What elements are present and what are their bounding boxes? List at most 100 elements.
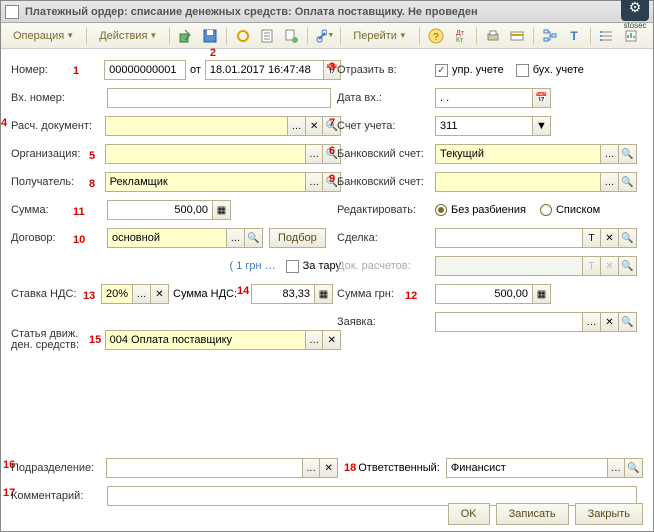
contract-search-btn[interactable]: 🔍 bbox=[245, 228, 263, 248]
right-column: 3 Отразить в: упр. учете бух. учете Дата… bbox=[337, 59, 645, 339]
from-label: от bbox=[190, 64, 201, 76]
bank1-search-btn[interactable]: 🔍 bbox=[619, 144, 637, 164]
print-icon[interactable] bbox=[483, 26, 503, 46]
request-clear-btn[interactable]: ✕ bbox=[601, 312, 619, 332]
account-drop-btn[interactable]: ▼ bbox=[533, 116, 551, 136]
subdiv-input[interactable] bbox=[106, 458, 303, 478]
upr-checkbox[interactable] bbox=[435, 64, 448, 77]
reflect-label: Отразить в: bbox=[337, 64, 397, 76]
sum-grn-input[interactable]: 500,00 bbox=[435, 284, 533, 304]
date-in-cal-btn[interactable]: 📅 bbox=[533, 88, 551, 108]
goto-menu[interactable]: Перейти▼ bbox=[347, 28, 413, 44]
vat-rate-clear-btn[interactable]: ✕ bbox=[151, 284, 169, 304]
article-select-btn[interactable]: … bbox=[306, 330, 324, 350]
edit-opt2-label: Списком bbox=[556, 204, 600, 216]
number-input[interactable]: 00000000001 bbox=[104, 60, 186, 80]
buh-label: бух. учете bbox=[533, 64, 584, 76]
deal-input[interactable] bbox=[435, 228, 583, 248]
podbor-button[interactable]: Подбор bbox=[269, 228, 326, 248]
doc-input[interactable] bbox=[105, 116, 289, 136]
brand-label: stosec bbox=[621, 21, 649, 30]
article-label-2: ден. средств: bbox=[11, 339, 79, 351]
resp-input[interactable]: Финансист bbox=[446, 458, 608, 478]
link-icon[interactable]: ▼ bbox=[314, 26, 334, 46]
org-input[interactable] bbox=[105, 144, 306, 164]
deal-search-btn[interactable]: 🔍 bbox=[619, 228, 637, 248]
contract-input[interactable]: основной bbox=[107, 228, 227, 248]
bank1-input[interactable]: Текущий bbox=[435, 144, 601, 164]
request-label: Заявка: bbox=[337, 316, 376, 328]
bank2-select-btn[interactable]: … bbox=[601, 172, 619, 192]
refresh-icon[interactable] bbox=[233, 26, 253, 46]
request-search-btn[interactable]: 🔍 bbox=[619, 312, 637, 332]
ok-button[interactable]: OK bbox=[448, 503, 490, 525]
dtkt-icon[interactable]: ДтКт bbox=[450, 26, 470, 46]
bank2-input[interactable] bbox=[435, 172, 601, 192]
org-select-btn[interactable]: … bbox=[306, 144, 324, 164]
window-title: Платежный ордер: списание денежных средс… bbox=[25, 6, 621, 18]
deal-t-btn[interactable]: T bbox=[583, 228, 601, 248]
resp-search-btn[interactable]: 🔍 bbox=[625, 458, 643, 478]
actions-menu[interactable]: Действия▼ bbox=[93, 28, 163, 44]
sum-input[interactable]: 500,00 bbox=[107, 200, 213, 220]
tare-checkbox[interactable] bbox=[286, 260, 299, 273]
date-input[interactable]: 2 18.01.2017 16:47:48 bbox=[205, 60, 324, 80]
annotation-2: 2 bbox=[210, 47, 216, 59]
buh-checkbox[interactable] bbox=[516, 64, 529, 77]
subdiv-clear-btn[interactable]: ✕ bbox=[320, 458, 338, 478]
article-input[interactable]: 004 Оплата поставщику bbox=[105, 330, 306, 350]
vat-rate-input[interactable]: 20% bbox=[101, 284, 133, 304]
help-icon[interactable]: ? bbox=[426, 26, 446, 46]
close-button[interactable]: Закрыть bbox=[575, 503, 643, 525]
account-input[interactable]: 311 bbox=[435, 116, 533, 136]
request-input[interactable] bbox=[435, 312, 583, 332]
payee-input[interactable]: Рекламщик bbox=[105, 172, 306, 192]
doc-icon[interactable] bbox=[257, 26, 277, 46]
number-label: Номер: bbox=[11, 64, 48, 76]
sum-grn-calc-btn[interactable]: ▦ bbox=[533, 284, 551, 304]
date-in-input[interactable]: . . bbox=[435, 88, 533, 108]
bank1-select-btn[interactable]: … bbox=[601, 144, 619, 164]
vat-rate-select-btn[interactable]: … bbox=[133, 284, 151, 304]
annotation-1: 1 bbox=[73, 65, 79, 77]
annotation-11: 11 bbox=[73, 206, 85, 218]
org-label: Организация: bbox=[11, 148, 80, 160]
write-button[interactable]: Записать bbox=[496, 503, 569, 525]
doc-select-btn[interactable]: … bbox=[288, 116, 306, 136]
edit-opt1-label: Без разбиения bbox=[451, 204, 526, 216]
vat-sum-calc-btn[interactable]: ▦ bbox=[315, 284, 333, 304]
contract-select-btn[interactable]: … bbox=[227, 228, 245, 248]
date-in-label: Дата вх.: bbox=[337, 92, 382, 104]
svg-text:Кт: Кт bbox=[456, 37, 464, 43]
sum-calc-btn[interactable]: ▦ bbox=[213, 200, 231, 220]
edit-radio-1[interactable] bbox=[435, 204, 447, 216]
doc-clear-btn[interactable]: ✕ bbox=[306, 116, 324, 136]
payment-icon[interactable] bbox=[507, 26, 527, 46]
request-select-btn[interactable]: … bbox=[583, 312, 601, 332]
edit-label: Редактировать: bbox=[337, 204, 416, 216]
payee-label: Получатель: bbox=[11, 176, 74, 188]
payee-select-btn[interactable]: … bbox=[306, 172, 324, 192]
annotation-10: 10 bbox=[73, 234, 85, 246]
magic-icon[interactable] bbox=[281, 26, 301, 46]
post-icon[interactable] bbox=[176, 26, 196, 46]
titlebar: Платежный ордер: списание денежных средс… bbox=[1, 1, 653, 23]
doc-label: Расч. документ: bbox=[11, 120, 92, 132]
save-icon[interactable] bbox=[200, 26, 220, 46]
annotation-15: 15 bbox=[89, 335, 101, 346]
deal-clear-btn[interactable]: ✕ bbox=[601, 228, 619, 248]
bold-icon[interactable]: T bbox=[564, 26, 584, 46]
vat-sum-input[interactable]: 83,33 bbox=[251, 284, 315, 304]
list-icon[interactable] bbox=[597, 26, 617, 46]
tree-icon[interactable] bbox=[540, 26, 560, 46]
sum-grn-label: Сумма грн: bbox=[337, 288, 394, 300]
bank2-search-btn[interactable]: 🔍 bbox=[619, 172, 637, 192]
doccalc-label: Док. расчетов: bbox=[337, 260, 411, 272]
subdiv-select-btn[interactable]: … bbox=[303, 458, 321, 478]
vat-sum-label: Сумма НДС: bbox=[173, 288, 237, 300]
resp-select-btn[interactable]: … bbox=[608, 458, 626, 478]
inc-number-input[interactable] bbox=[107, 88, 331, 108]
vat-rate-label: Ставка НДС: bbox=[11, 288, 76, 300]
edit-radio-2[interactable] bbox=[540, 204, 552, 216]
operation-menu[interactable]: Операция▼ bbox=[7, 28, 80, 44]
